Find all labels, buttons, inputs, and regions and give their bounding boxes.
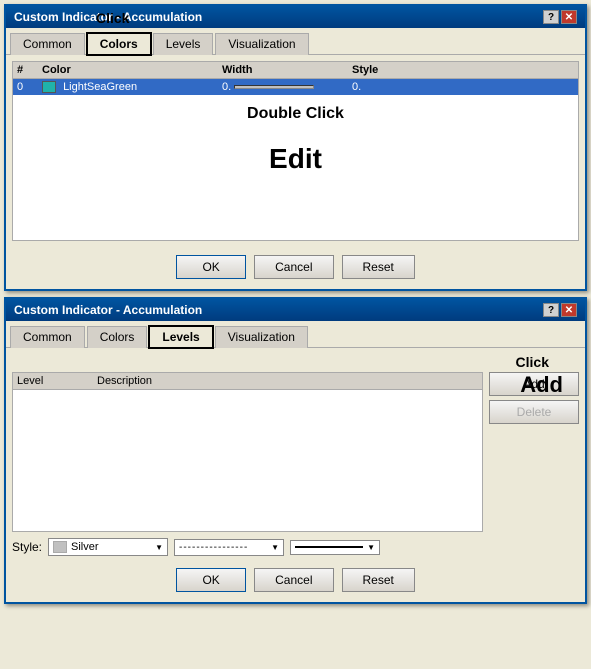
dialog1: Custom Indicator - Accumulation ? ✕ Clic… [4,4,587,291]
double-click-area: Double Click Edit [13,105,578,175]
col-header-width: Width [222,64,352,76]
dialog2-wrapper: Common Colors Levels Visualization Click [6,321,585,602]
style-label: Style: [12,540,42,554]
help-icon-1: ? [548,12,554,23]
row-index: 0 [17,81,42,93]
col-header-level: Level [17,375,97,387]
title-bar-2: Custom Indicator - Accumulation ? ✕ [6,299,585,321]
col-header-color: Color [42,64,222,76]
title-bar-1: Custom Indicator - Accumulation ? ✕ [6,6,585,28]
button-row-1: OK Cancel Reset [12,249,579,283]
dash-style-value: ---------------- [179,542,248,553]
delete-level-button[interactable]: Delete [489,400,579,424]
dialog2-body: Click Add Level Description [6,348,585,602]
tab-visualization-1[interactable]: Visualization [215,33,308,55]
add-annotation: Add [520,372,563,398]
tab-common-1[interactable]: Common [10,33,85,55]
tabs-1: Common Colors Levels Visualization [6,28,585,55]
width-slider [234,85,314,89]
button-row-2: OK Cancel Reset [12,562,579,596]
style-color-dropdown[interactable]: Silver ▼ [48,538,168,556]
dialog2: Custom Indicator - Accumulation ? ✕ Comm… [4,297,587,604]
dialog2-title: Custom Indicator - Accumulation [14,303,202,317]
title-bar-buttons-2: ? ✕ [543,303,577,317]
reset-button-2[interactable]: Reset [342,568,415,592]
title-bar-buttons-1: ? ✕ [543,10,577,24]
close-icon-1: ✕ [565,12,573,23]
help-button-1[interactable]: ? [543,10,559,24]
style-row: Style: Silver ▼ ---------------- ▼ ▼ [12,538,579,556]
col-header-desc: Description [97,375,478,387]
tab-levels-2[interactable]: Levels [149,326,212,348]
close-button-2[interactable]: ✕ [561,303,577,317]
col-header-hash: # [17,64,42,76]
dash-style-dropdown[interactable]: ---------------- ▼ [174,539,284,556]
click-annotation-2: Click [516,354,549,370]
tab-colors-2[interactable]: Colors [87,326,148,348]
reset-button-1[interactable]: Reset [342,255,415,279]
colors-table-header: # Color Width Style [13,62,578,79]
levels-table-area: Add Level Description [12,372,483,532]
style-color-value: Silver [71,541,99,553]
dialog1-body: # Color Width Style 0 LightSeaGreen 0. [6,55,585,289]
color-swatch [42,81,56,93]
help-icon-2: ? [548,305,554,316]
silver-swatch [53,541,67,553]
line-width-dropdown[interactable]: ▼ [290,540,380,555]
dropdown-arrow-dash: ▼ [271,543,279,552]
levels-table-header: Level Description [13,373,482,390]
tab-common-2[interactable]: Common [10,326,85,348]
ok-button-2[interactable]: OK [176,568,246,592]
cancel-button-2[interactable]: Cancel [254,568,333,592]
close-button-1[interactable]: ✕ [561,10,577,24]
tab-colors-1[interactable]: Colors [87,33,151,55]
table-row[interactable]: 0 LightSeaGreen 0. 0. [13,79,578,95]
tab-levels-1[interactable]: Levels [153,33,214,55]
ok-button-1[interactable]: OK [176,255,246,279]
close-icon-2: ✕ [565,305,573,316]
line-width-value [295,546,363,548]
levels-body: Add Level Description Add Delete [12,372,579,532]
col-header-style: Style [352,64,574,76]
dialog1-wrapper: Click Common Colors Levels Visualization… [6,28,585,289]
row-style: 0. [352,81,574,93]
row-width: 0. [222,81,352,93]
tab-visualization-2[interactable]: Visualization [215,326,308,348]
click-annotation-1: Click [96,10,129,26]
edit-label: Edit [13,143,578,175]
dropdown-arrow-style: ▼ [155,543,163,552]
dropdown-arrow-line: ▼ [367,543,375,552]
double-click-label: Double Click [13,105,578,123]
cancel-button-1[interactable]: Cancel [254,255,333,279]
help-button-2[interactable]: ? [543,303,559,317]
click-annotation-area: Click [12,354,569,370]
colors-table: # Color Width Style 0 LightSeaGreen 0. [12,61,579,241]
row-color: LightSeaGreen [42,81,222,93]
tabs-2: Common Colors Levels Visualization [6,321,585,348]
levels-table: Level Description [12,372,483,532]
